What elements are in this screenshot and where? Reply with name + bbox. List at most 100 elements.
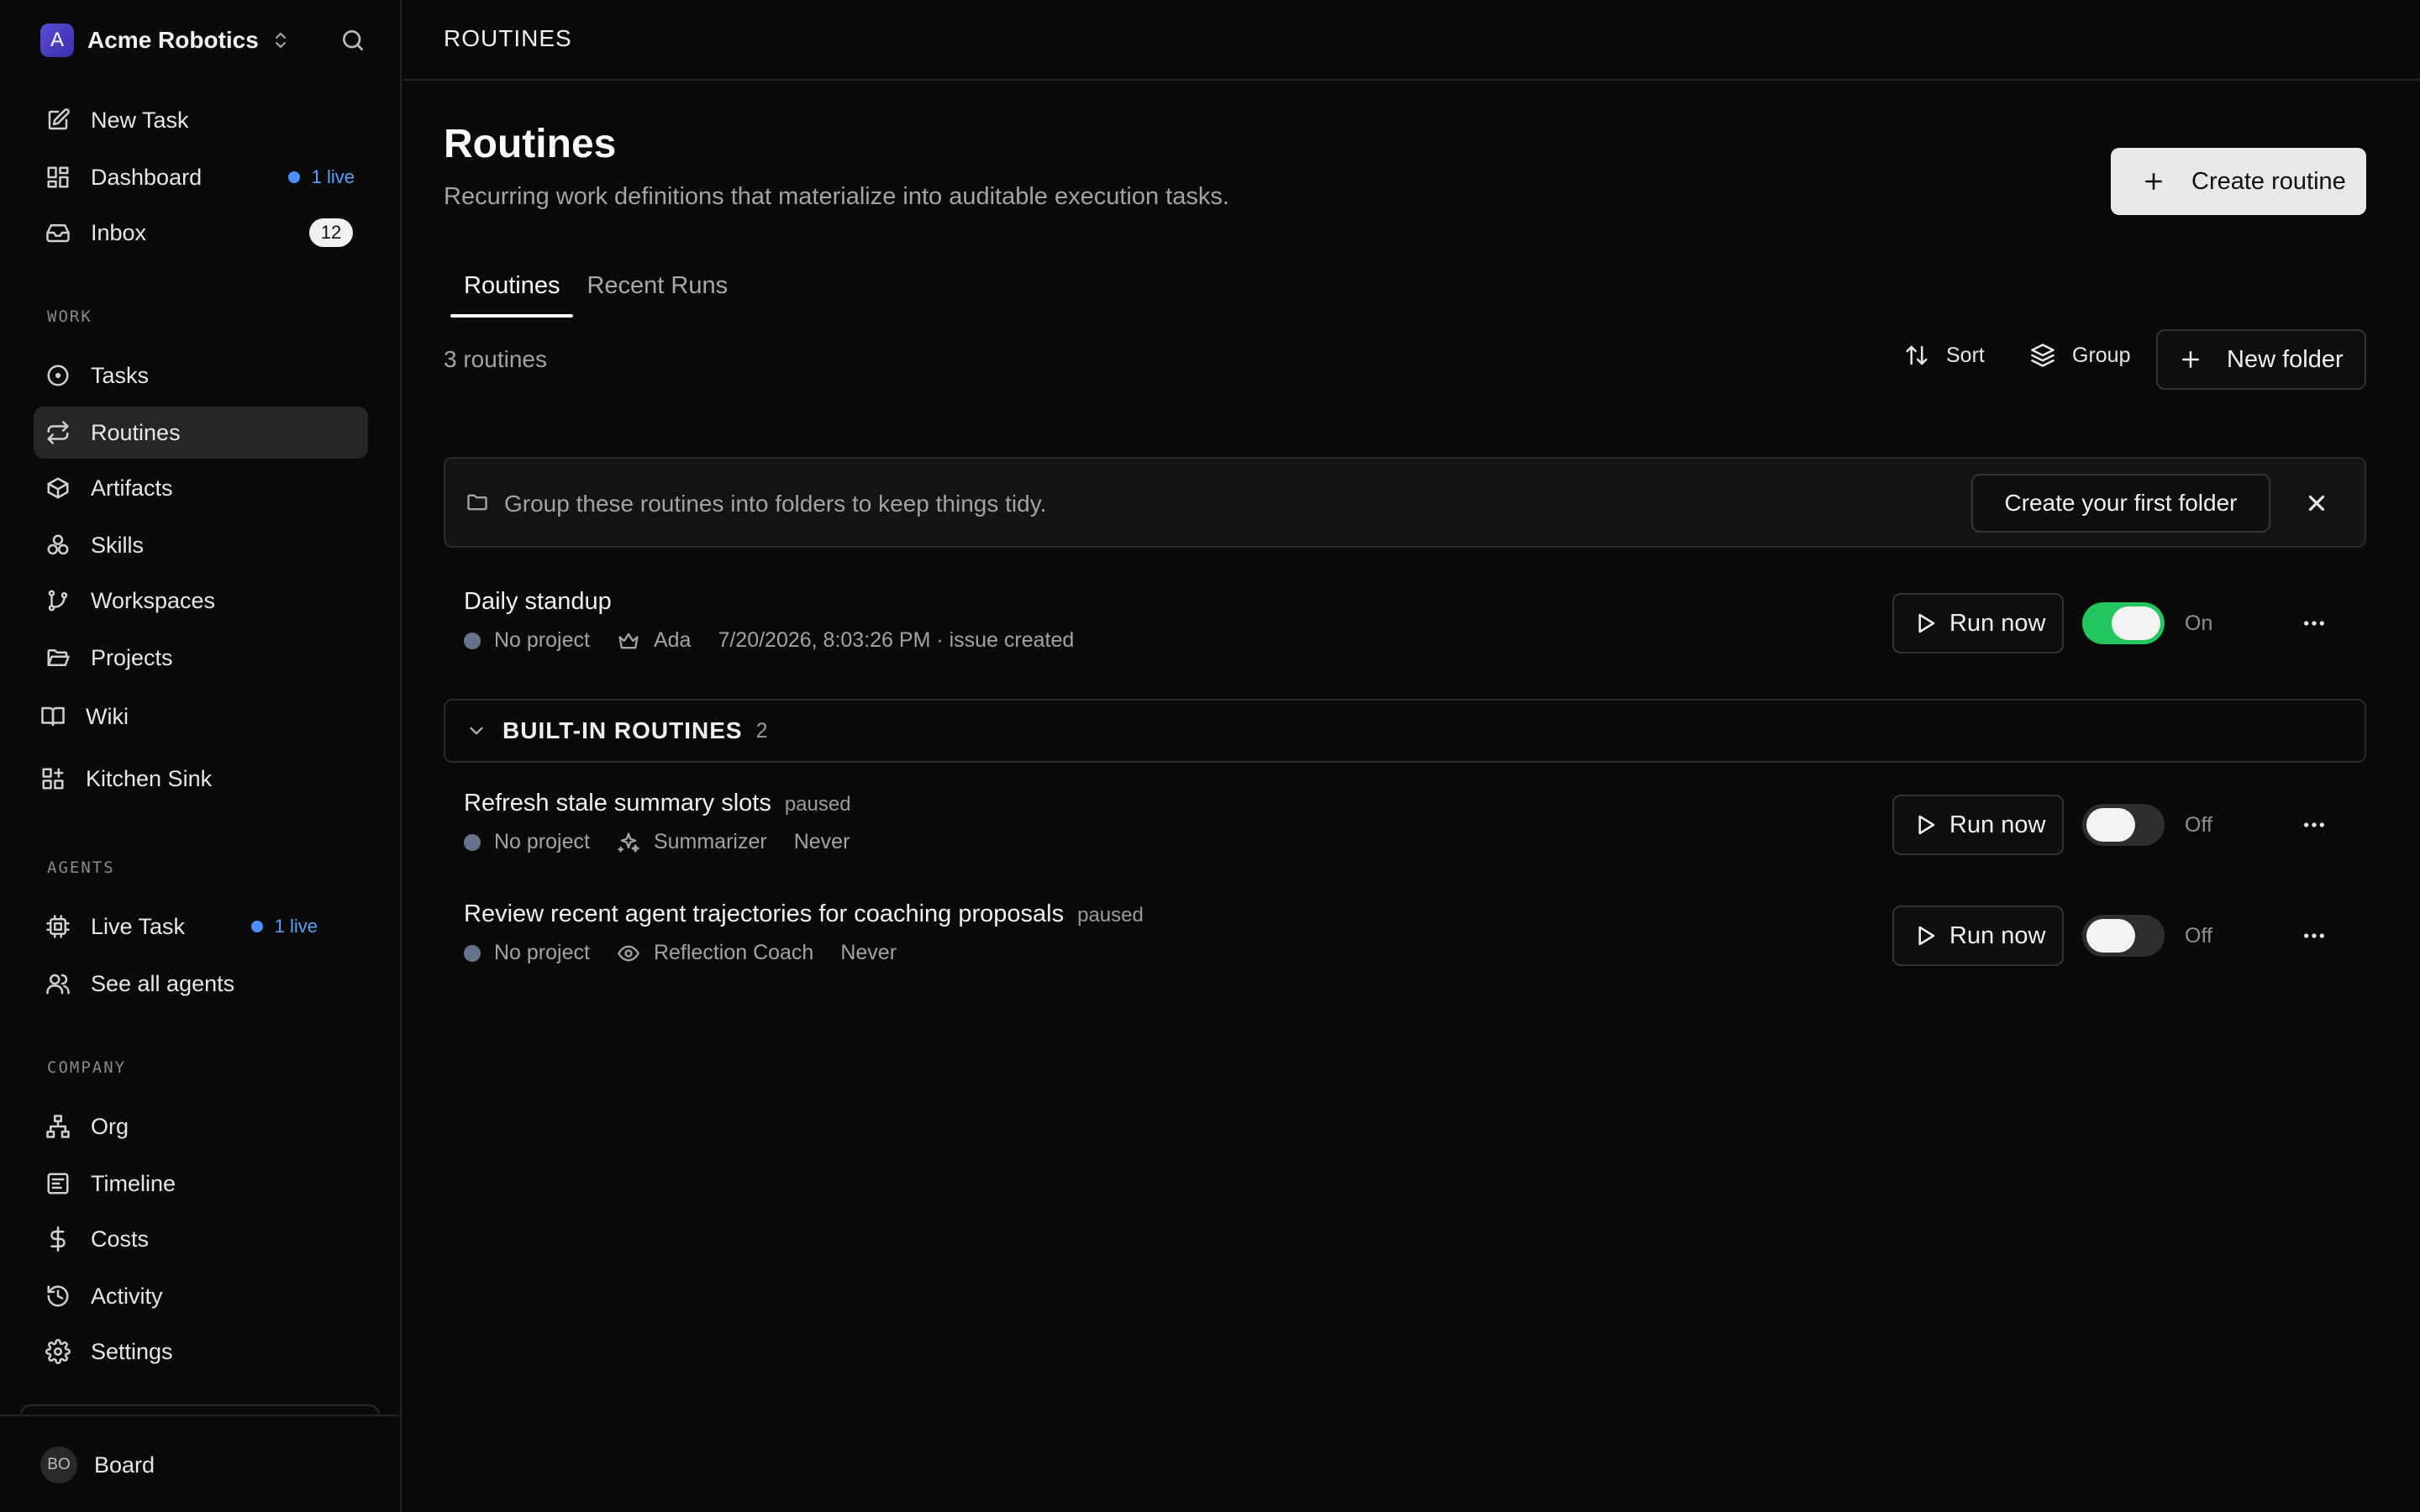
tab-recent-runs[interactable]: Recent Runs (573, 267, 741, 318)
routine-title: Refresh stale summary slots paused (464, 790, 851, 817)
routine-enabled-toggle[interactable] (2082, 602, 2165, 644)
routine-last-run: Never (793, 830, 850, 853)
create-routine-button[interactable]: Create routine (2111, 148, 2366, 215)
toggle-state-label: Off (2185, 924, 2212, 948)
routine-row[interactable]: Review recent agent trajectories for coa… (444, 900, 2366, 993)
routine-count: 3 routines (444, 346, 547, 372)
org-switcher[interactable]: A Acme Robotics (40, 24, 291, 57)
sidebar-item-settings[interactable]: Settings (34, 1326, 368, 1378)
sidebar-item-routines[interactable]: Routines (34, 407, 368, 459)
sidebar-item-label: Skills (91, 532, 145, 558)
section-label-work: WORK (47, 307, 92, 326)
builtin-routines-group-header[interactable]: BUILT-IN ROUTINES 2 (444, 699, 2366, 763)
sidebar-item-label: Costs (91, 1226, 150, 1252)
edit-icon (45, 108, 71, 133)
routine-meta: No project Summarizer Never (464, 830, 850, 854)
circle-dot-icon (45, 363, 71, 388)
routine-project: No project (494, 830, 590, 853)
routine-status: paused (784, 793, 851, 816)
inbox-count-badge: 12 (309, 218, 353, 247)
page-subtitle: Recurring work definitions that material… (444, 183, 1229, 210)
tab-bar: Routines Recent Runs (450, 267, 741, 318)
sidebar-item-org[interactable]: Org (34, 1100, 368, 1152)
sidebar-item-skills[interactable]: Skills (34, 519, 368, 571)
org-logo: A (40, 24, 74, 57)
sort-icon (1904, 343, 1929, 368)
sidebar-item-tasks[interactable]: Tasks (34, 349, 368, 402)
button-label: Run now (1949, 609, 2046, 637)
org-name: Acme Robotics (87, 27, 259, 53)
group-button[interactable]: Group (2030, 343, 2130, 368)
sidebar-scroll-edge (20, 1404, 380, 1415)
sidebar-item-workspaces[interactable]: Workspaces (34, 575, 368, 627)
run-now-button[interactable]: Run now (1892, 906, 2064, 966)
routine-row[interactable]: Daily standup No project Ada 7/20/2026, … (444, 588, 2366, 680)
folder-icon (466, 491, 489, 514)
live-dot (287, 171, 300, 183)
sidebar-item-kitchen-sink[interactable]: Kitchen Sink (29, 753, 363, 805)
git-branch-icon (45, 588, 71, 613)
routine-enabled-toggle[interactable] (2082, 804, 2165, 846)
new-folder-button[interactable]: New folder (2156, 329, 2366, 390)
gear-icon (45, 1339, 71, 1364)
routine-agent: Reflection Coach (653, 941, 814, 964)
section-label-company: COMPANY (47, 1058, 127, 1077)
sidebar-item-activity[interactable]: Activity (34, 1270, 368, 1322)
top-bar: ROUTINES (403, 0, 2420, 81)
sidebar-item-label: Inbox (91, 219, 147, 245)
history-icon (45, 1284, 71, 1309)
user-menu[interactable]: BO Board (40, 1446, 155, 1483)
sidebar-item-projects[interactable]: Projects (34, 632, 368, 684)
routine-status: paused (1077, 904, 1144, 927)
sparkles-icon (617, 831, 654, 854)
breadcrumb: ROUTINES (444, 25, 572, 51)
more-options-icon[interactable] (2301, 811, 2328, 838)
toggle-knob (2086, 808, 2135, 842)
button-label: Run now (1949, 811, 2046, 838)
org-chart-icon (45, 1114, 71, 1139)
sidebar-item-label: Tasks (91, 362, 150, 388)
routine-meta: No project Ada 7/20/2026, 8:03:26 PM · i… (464, 628, 1074, 653)
search-icon[interactable] (339, 27, 366, 54)
sidebar: A Acme Robotics New Task Dashboard 1 liv… (0, 0, 402, 1512)
sidebar-item-label: Wiki (86, 703, 129, 729)
toggle-state-label: Off (2185, 813, 2212, 837)
sidebar-item-see-all-agents[interactable]: See all agents (34, 958, 368, 1010)
sidebar-item-costs[interactable]: Costs (34, 1213, 368, 1265)
button-label: Create routine (2191, 167, 2346, 195)
toggle-state-label: On (2185, 612, 2213, 635)
routine-enabled-toggle[interactable] (2082, 915, 2165, 957)
book-icon (40, 704, 66, 729)
sidebar-item-dashboard[interactable]: Dashboard 1 live (34, 151, 368, 203)
play-icon (1912, 812, 1938, 837)
more-options-icon[interactable] (2301, 922, 2328, 949)
routine-title: Review recent agent trajectories for coa… (464, 900, 1144, 928)
timeline-icon (45, 1171, 71, 1196)
crown-icon (617, 629, 654, 653)
sidebar-item-wiki[interactable]: Wiki (29, 690, 363, 743)
divider (0, 1415, 402, 1416)
chevron-down-icon (466, 720, 487, 742)
more-options-icon[interactable] (2301, 610, 2328, 637)
create-first-folder-button[interactable]: Create your first folder (1971, 474, 2270, 533)
sidebar-item-label: Workspaces (91, 587, 216, 613)
sidebar-item-new-task[interactable]: New Task (34, 94, 368, 146)
routine-last-run: Never (840, 941, 897, 964)
routine-row[interactable]: Refresh stale summary slots paused No pr… (444, 790, 2366, 882)
tab-routines[interactable]: Routines (450, 267, 574, 318)
sidebar-item-label: See all agents (91, 970, 235, 996)
sidebar-item-timeline[interactable]: Timeline (34, 1158, 368, 1210)
sidebar-item-live-task[interactable]: Live Task 1 live (34, 900, 368, 953)
sort-button[interactable]: Sort (1904, 343, 1985, 368)
routine-name: Refresh stale summary slots (464, 790, 771, 816)
folder-hint-banner: Group these routines into folders to kee… (444, 457, 2366, 548)
live-dot (250, 921, 263, 932)
sidebar-item-inbox[interactable]: Inbox 12 (34, 207, 368, 259)
run-now-button[interactable]: Run now (1892, 795, 2064, 855)
close-icon[interactable] (2304, 491, 2329, 516)
project-dot (464, 833, 481, 851)
sidebar-item-artifacts[interactable]: Artifacts (34, 462, 368, 514)
run-now-button[interactable]: Run now (1892, 593, 2064, 654)
routine-project: No project (494, 941, 590, 964)
play-icon (1912, 923, 1938, 948)
